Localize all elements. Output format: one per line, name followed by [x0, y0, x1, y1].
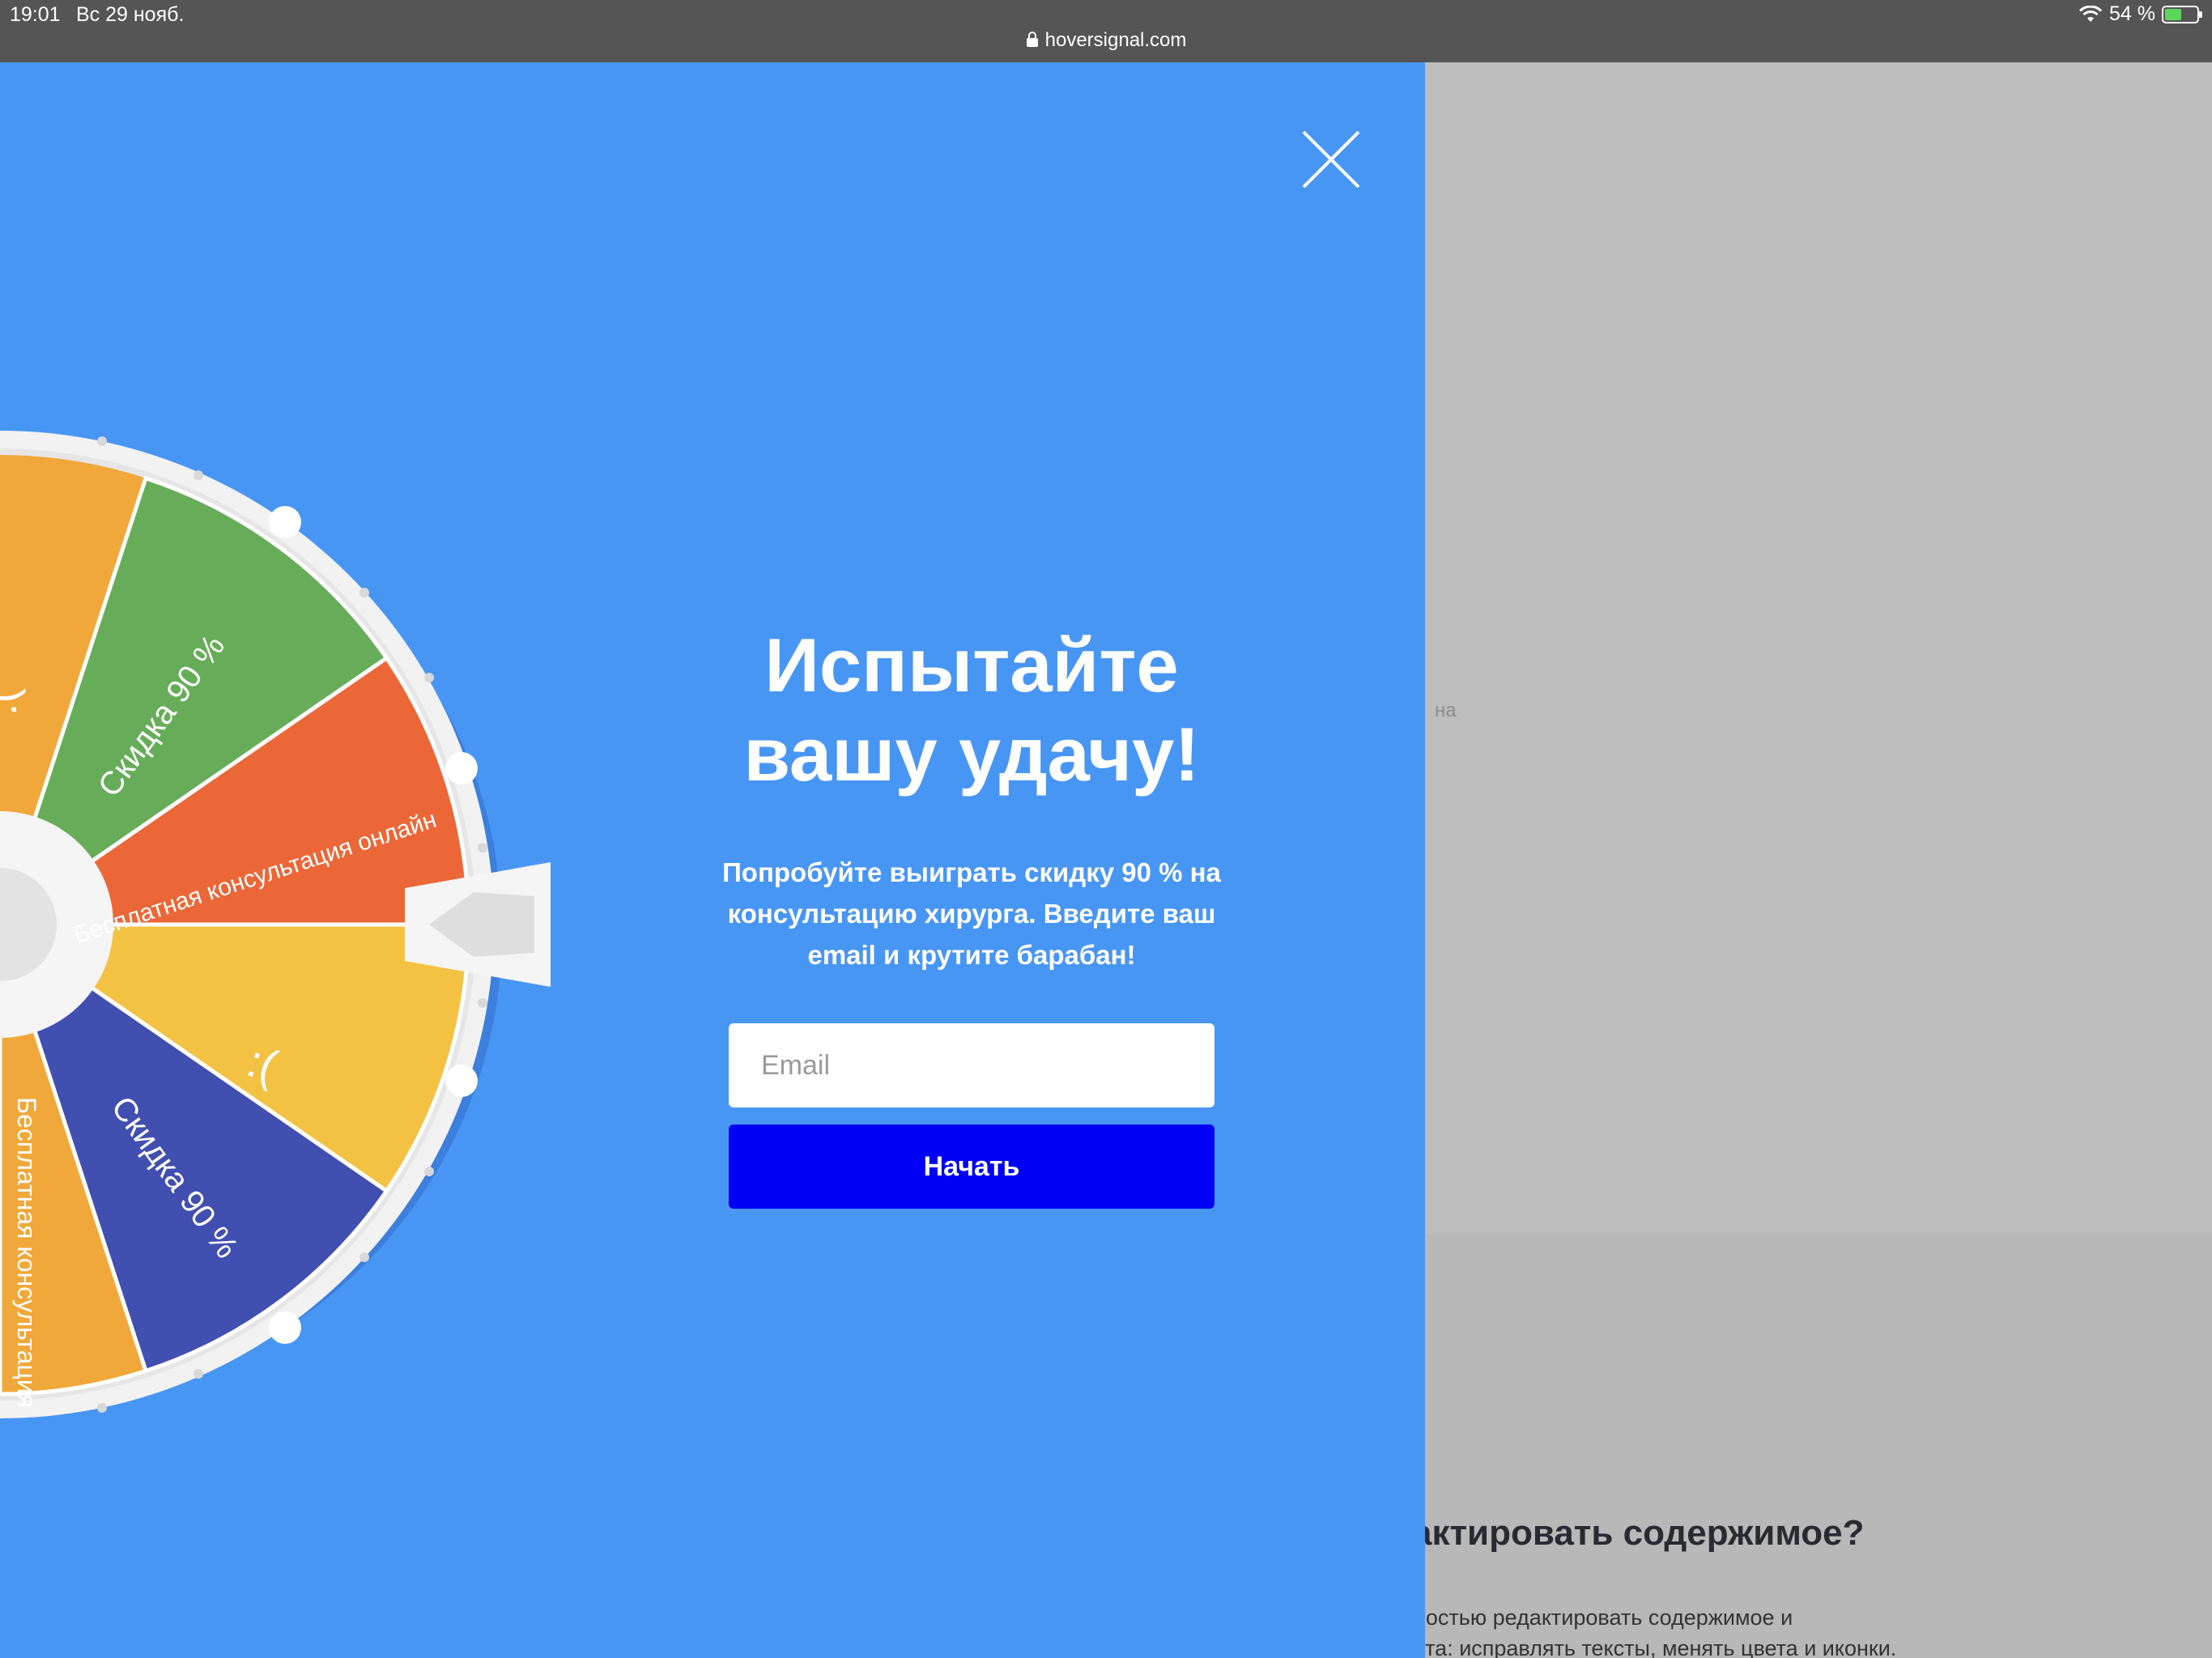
prize-wheel[interactable]: Скидка 90 % Бесплатная консультация онла… — [0, 62, 615, 1658]
background-paragraph: ностью редактировать содержимое и ета: и… — [1414, 1602, 1896, 1658]
popup-title-line: Испытайте — [764, 623, 1179, 708]
wheel-segment-label: :( — [0, 688, 26, 716]
popup-title: Испытайте вашу удачу! — [648, 621, 1295, 799]
start-button[interactable]: Начать — [729, 1124, 1214, 1209]
status-time: 19:01 — [10, 3, 61, 26]
background-paragraph-line: ностью редактировать содержимое и — [1414, 1605, 1793, 1630]
popup-description: Попробуйте выиграть скидку 90 % на консу… — [722, 857, 1221, 970]
browser-status-bar: 19:01 Вс 29 нояб. hoversignal.com 54 % — [0, 0, 2212, 62]
url-text: hoversignal.com — [1044, 29, 1187, 51]
status-date: Вс 29 нояб. — [76, 3, 185, 26]
background-paragraph-line: ета: исправлять тексты, менять цвета и и… — [1414, 1636, 1897, 1658]
email-field[interactable] — [729, 1023, 1214, 1107]
status-indicators: 54 % — [2078, 2, 2202, 26]
spin-wheel-popup: Скидка 90 % Бесплатная консультация онла… — [0, 62, 1425, 1658]
background-heading: актировать содержимое? — [1412, 1513, 1865, 1553]
battery-percent: 54 % — [2109, 2, 2155, 25]
lock-icon — [1026, 32, 1038, 47]
background-lower-section — [1425, 1235, 2212, 1658]
wifi-icon — [2078, 5, 2103, 22]
address-bar[interactable]: hoversignal.com — [0, 29, 2212, 52]
background-text-fragment: на — [1435, 699, 1457, 721]
wheel-segment-label: Бесплатная консультация — [12, 1097, 41, 1408]
close-icon[interactable] — [1299, 127, 1363, 192]
popup-title-line: вашу удачу! — [743, 712, 1200, 797]
battery-icon — [2162, 5, 2202, 23]
background-page: на актировать содержимое? ностью редакти… — [1412, 62, 2212, 1658]
